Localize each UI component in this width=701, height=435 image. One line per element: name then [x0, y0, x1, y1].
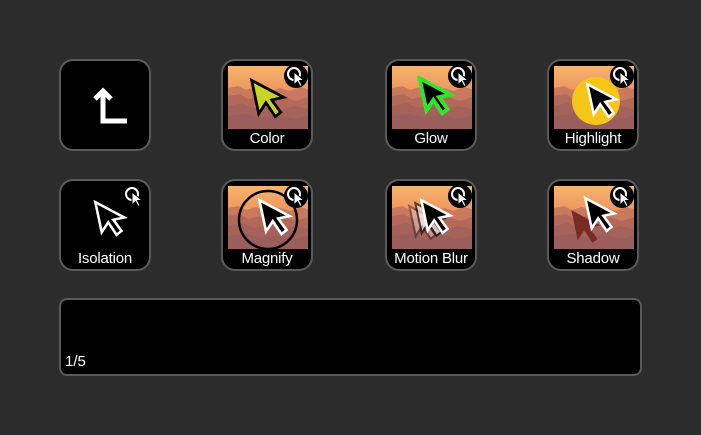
cursor-click-badge-icon	[609, 183, 635, 209]
color-label: Color	[249, 130, 285, 147]
cursor-click-badge-icon	[283, 63, 309, 89]
back-button[interactable]	[59, 59, 151, 151]
isolation-effect-button[interactable]: Isolation	[59, 179, 151, 271]
cursor-click-badge-icon	[609, 63, 635, 89]
page-indicator: 1/5	[65, 353, 86, 370]
highlight-effect-button[interactable]: Highlight	[547, 59, 639, 151]
motion-blur-label: Motion Blur	[394, 250, 468, 267]
motion-blur-effect-button[interactable]: Motion Blur	[385, 179, 477, 271]
glow-effect-button[interactable]: Glow	[385, 59, 477, 151]
back-arrow-icon	[93, 87, 127, 124]
magnify-label: Magnify	[241, 250, 293, 267]
cursor-click-badge-icon	[447, 63, 473, 89]
cursor-click-badge-icon	[121, 183, 147, 209]
shadow-effect-button[interactable]: Shadow	[547, 179, 639, 271]
isolation-label: Isolation	[77, 250, 133, 267]
cursor-click-badge-icon	[447, 183, 473, 209]
color-effect-button[interactable]: Color	[221, 59, 313, 151]
cursor-click-badge-icon	[283, 183, 309, 209]
magnify-effect-button[interactable]: Magnify	[221, 179, 313, 271]
highlight-label: Highlight	[564, 130, 622, 147]
glow-label: Glow	[414, 130, 448, 147]
stream-deck-grid: Color Glow Highlight Isolation Magnify M…	[0, 0, 701, 435]
touch-strip[interactable]: 1/5	[59, 298, 642, 376]
shadow-label: Shadow	[566, 250, 620, 267]
